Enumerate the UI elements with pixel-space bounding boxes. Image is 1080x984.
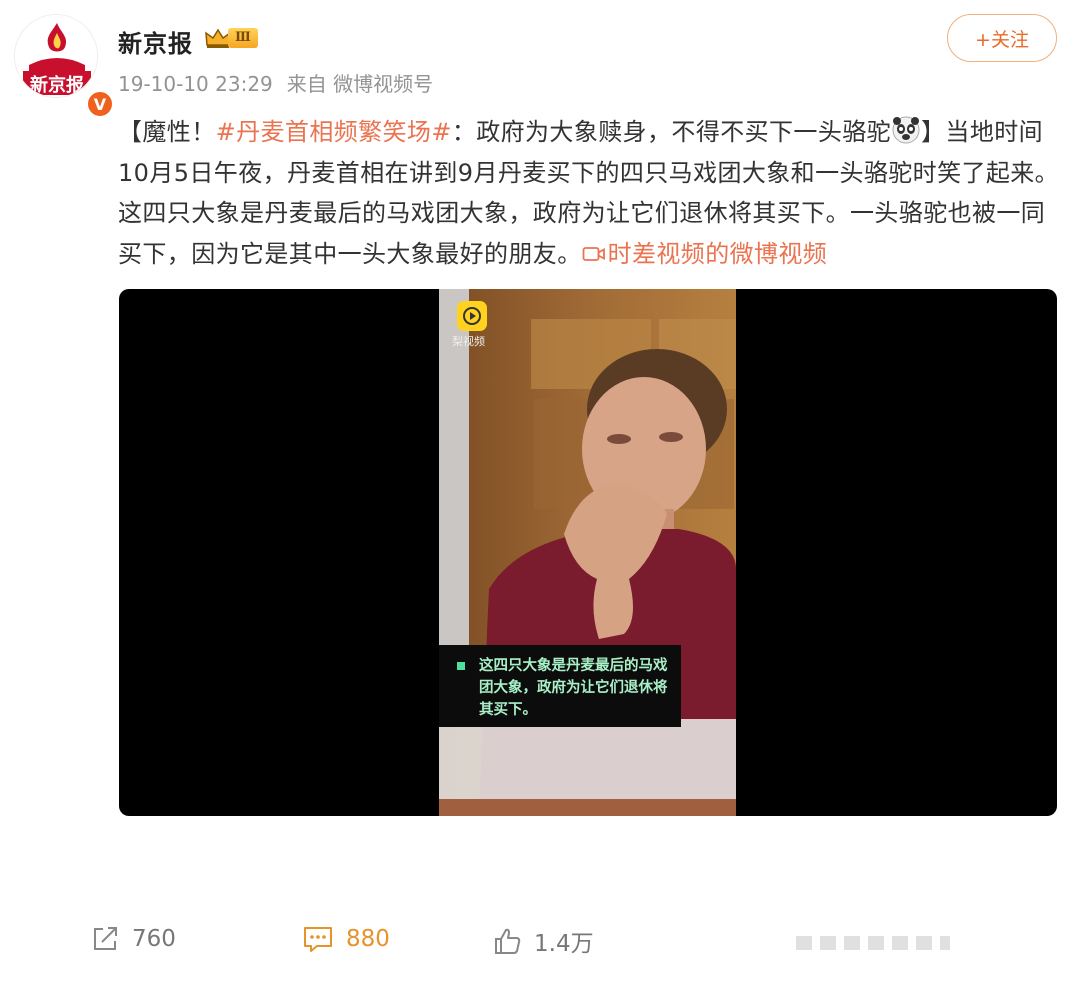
like-icon xyxy=(495,928,521,954)
post-meta: 19-10-10 23:29 来自 微博视频号 xyxy=(118,68,433,97)
video-link-label: 时差视频的微博视频 xyxy=(607,239,828,268)
post-source: 来自 微博视频号 xyxy=(286,72,434,96)
video-link[interactable]: 时差视频的微博视频 xyxy=(582,240,828,268)
repost-button[interactable]: 760 xyxy=(90,924,176,954)
video-brand-name: 梨视频 xyxy=(452,335,485,348)
author-name[interactable]: 新京报 xyxy=(118,24,193,59)
like-button[interactable]: 1.4万 xyxy=(492,924,594,958)
comment-icon xyxy=(304,927,332,952)
video-link-icon xyxy=(582,246,605,261)
post-text: 【魔性！#丹麦首相频繁笑场#：政府为大象赎身，不得不买下一头骆驼 】当地时间10… xyxy=(118,112,1062,274)
verified-badge: V xyxy=(86,90,114,118)
action-bar: 760 880 1.4万 xyxy=(0,918,1080,968)
video-subtitle: 这四只大象是丹麦最后的马戏团大象，政府为让它们退休将其买下。 xyxy=(439,645,681,727)
share-icon xyxy=(94,927,117,950)
xinjingbao-logo-icon: 新京报 xyxy=(15,15,97,97)
post-text-seg2: ：政府为大象赎身，不得不买下一头骆驼 xyxy=(451,118,892,146)
post-text-seg1: 【魔性！ xyxy=(118,118,216,146)
panda-emoji-icon xyxy=(892,116,920,144)
author-avatar[interactable]: 新京报 V xyxy=(14,14,114,118)
hashtag-link[interactable]: #丹麦首相频繁笑场# xyxy=(216,118,452,146)
vip-level: Ⅲ xyxy=(228,28,258,48)
repost-count: 760 xyxy=(132,926,176,952)
video-subtitle-text: 这四只大象是丹麦最后的马戏团大象，政府为让它们退休将其买下。 xyxy=(479,658,668,718)
video-frame: 梨视频 这四只大象是丹麦最后的马戏团大象，政府为让它们退休将其买下。 xyxy=(439,289,736,816)
video-player[interactable]: 梨视频 这四只大象是丹麦最后的马戏团大象，政府为让它们退休将其买下。 xyxy=(119,289,1057,816)
comment-count: 880 xyxy=(346,926,390,952)
follow-button[interactable]: +关注 xyxy=(947,14,1057,62)
comment-button[interactable]: 880 xyxy=(302,924,390,954)
like-count: 1.4万 xyxy=(534,931,594,957)
more-icon[interactable] xyxy=(796,934,950,952)
avatar: 新京报 xyxy=(14,14,98,98)
pear-video-logo-icon xyxy=(457,301,487,331)
post-time[interactable]: 19-10-10 23:29 xyxy=(118,72,273,96)
video-still-image xyxy=(439,289,736,816)
svg-text:新京报: 新京报 xyxy=(30,74,84,96)
subtitle-bullet-icon xyxy=(457,662,465,670)
vip-badge[interactable]: Ⅲ xyxy=(204,27,258,49)
